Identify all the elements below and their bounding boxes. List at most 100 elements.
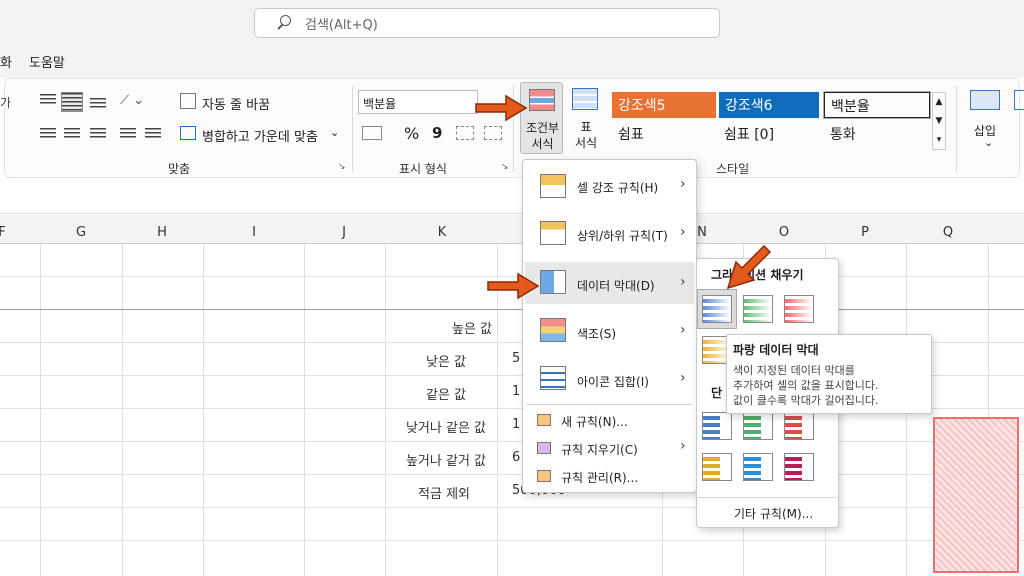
red-solid-databar[interactable] bbox=[784, 412, 814, 440]
more-rules-item[interactable]: 기타 규칙(M)... bbox=[734, 505, 813, 522]
comma-style-button[interactable]: 9 bbox=[432, 124, 442, 142]
cell-label[interactable]: 적금 제외 bbox=[386, 483, 470, 502]
column-header[interactable]: F bbox=[0, 225, 12, 240]
menu-item-new-rule[interactable]: 새 규칙(N)... bbox=[561, 413, 628, 430]
column-header[interactable]: Q bbox=[938, 225, 958, 240]
orientation-icon-partial[interactable]: 가 bbox=[0, 94, 11, 111]
search-box[interactable]: 검색(Alt+Q) bbox=[254, 8, 720, 38]
number-format-value: 백분율 bbox=[363, 97, 397, 111]
column-header[interactable]: J bbox=[334, 225, 354, 240]
chevron-down-icon[interactable]: ⌄ bbox=[330, 126, 339, 139]
grid-line bbox=[0, 540, 1024, 541]
column-header[interactable]: I bbox=[244, 225, 264, 240]
column-header[interactable]: K bbox=[432, 225, 452, 240]
tooltip-line: 값이 클수록 막대가 길어집니다. bbox=[733, 394, 879, 407]
merge-center-button[interactable]: 병합하고 가운데 맞춤 bbox=[202, 126, 318, 145]
green-solid-databar[interactable] bbox=[743, 412, 773, 440]
chevron-right-icon: › bbox=[680, 370, 686, 386]
color-scales-icon bbox=[540, 318, 566, 342]
red-seal-stamp bbox=[933, 417, 1019, 573]
align-right-icon[interactable] bbox=[90, 128, 106, 140]
grid-line bbox=[122, 244, 123, 576]
chevron-right-icon: › bbox=[680, 176, 686, 192]
wrap-text-icon bbox=[180, 93, 196, 109]
purple-solid-databar[interactable] bbox=[784, 453, 814, 481]
cell-value[interactable]: 1 bbox=[498, 417, 520, 432]
formula-bar[interactable] bbox=[0, 186, 1024, 214]
solid-fill-header: 단 bbox=[711, 386, 723, 400]
increase-indent-icon[interactable] bbox=[145, 128, 161, 140]
style-comma0[interactable]: 쉼표 [0] bbox=[724, 124, 774, 144]
arrow-annotation-icon bbox=[487, 272, 540, 300]
search-icon bbox=[275, 14, 293, 32]
wrap-text-button[interactable]: 자동 줄 바꿈 bbox=[202, 94, 270, 113]
gallery-scroll[interactable]: ▲ ▼ ▾ bbox=[932, 92, 946, 150]
insert-cells-icon bbox=[970, 90, 1000, 110]
cell-label[interactable]: 낮은 값 bbox=[386, 351, 466, 370]
merge-center-icon bbox=[180, 126, 196, 140]
lightblue-solid-databar[interactable] bbox=[743, 453, 773, 481]
tab-help[interactable]: 도움말 bbox=[29, 52, 65, 71]
menu-item-highlight-rules[interactable]: 셀 강조 규칙(H) bbox=[577, 179, 658, 196]
cell-value[interactable]: 1 bbox=[498, 384, 520, 399]
menu-item-manage-rules[interactable]: 규칙 관리(R)... bbox=[561, 469, 638, 486]
red-gradient-databar[interactable] bbox=[784, 295, 814, 323]
decrease-indent-icon[interactable] bbox=[120, 128, 136, 140]
align-left-icon[interactable] bbox=[40, 128, 56, 140]
column-header[interactable]: H bbox=[152, 225, 172, 240]
cell-value[interactable]: 6 bbox=[498, 450, 520, 465]
percent-style-button[interactable]: % bbox=[404, 124, 419, 143]
dialog-launcher-icon[interactable]: ↘ bbox=[338, 162, 346, 172]
style-currency[interactable]: 통화 bbox=[830, 124, 856, 144]
cell-label[interactable]: 높거나 같거 값 bbox=[386, 450, 486, 469]
menu-item-data-bars[interactable]: 데이터 막대(D) bbox=[577, 277, 655, 294]
column-header[interactable]: P bbox=[855, 225, 875, 240]
chevron-down-icon[interactable]: ⌄ bbox=[984, 136, 993, 149]
tab-data[interactable]: 화 bbox=[0, 52, 12, 71]
grid-line bbox=[40, 244, 41, 576]
chevron-right-icon: › bbox=[680, 224, 686, 240]
format-as-table-button[interactable]: 표 서식 bbox=[566, 86, 606, 154]
menu-item-clear-rules[interactable]: 규칙 지우기(C) bbox=[561, 441, 638, 458]
number-format-select[interactable]: 백분율 bbox=[358, 90, 478, 114]
decrease-decimal-icon[interactable] bbox=[484, 126, 502, 140]
column-header[interactable]: O bbox=[774, 225, 794, 240]
conditional-format-label-2: 서식 bbox=[531, 137, 554, 151]
align-center-icon[interactable] bbox=[64, 128, 80, 140]
menu-item-color-scales[interactable]: 색조(S) bbox=[577, 325, 616, 342]
style-accent5[interactable]: 강조색5 bbox=[612, 92, 716, 118]
cell-value[interactable]: 5 bbox=[498, 351, 520, 366]
style-accent6[interactable]: 강조색6 bbox=[719, 92, 819, 118]
green-gradient-databar[interactable] bbox=[743, 295, 773, 323]
menu-item-icon-sets[interactable]: 아이콘 집합(I) bbox=[577, 373, 649, 390]
group-divider bbox=[956, 86, 957, 172]
chevron-right-icon: › bbox=[680, 274, 686, 290]
tooltip-title: 파랑 데이터 막대 bbox=[733, 343, 819, 357]
menu-item-top-bottom-rules[interactable]: 상위/하위 규칙(T) bbox=[577, 227, 668, 244]
chevron-right-icon: › bbox=[680, 322, 686, 338]
group-divider bbox=[352, 86, 353, 172]
align-top-icon[interactable] bbox=[40, 94, 56, 106]
align-middle-icon[interactable] bbox=[61, 92, 83, 112]
blue-gradient-databar[interactable] bbox=[702, 295, 732, 323]
accounting-format-icon[interactable] bbox=[362, 126, 382, 140]
manage-rules-icon bbox=[537, 470, 551, 482]
grid-line bbox=[385, 244, 386, 576]
orientation-icon[interactable]: ⟋ ⌄ bbox=[120, 93, 144, 108]
cell-label[interactable]: 낮거나 같은 값 bbox=[386, 417, 486, 436]
dialog-launcher-icon[interactable]: ↘ bbox=[501, 162, 509, 172]
orange-solid-databar[interactable] bbox=[702, 453, 732, 481]
top-bottom-rules-icon bbox=[540, 221, 566, 245]
style-percent[interactable]: 백분율 bbox=[823, 91, 931, 119]
icon-sets-icon bbox=[540, 366, 566, 390]
new-rule-icon bbox=[537, 414, 551, 426]
delete-cells-icon[interactable] bbox=[1014, 90, 1024, 110]
style-comma[interactable]: 쉼표 bbox=[618, 124, 644, 144]
increase-decimal-icon[interactable] bbox=[456, 126, 474, 140]
align-bottom-icon[interactable] bbox=[90, 98, 106, 110]
grid-line bbox=[0, 474, 1024, 475]
column-header[interactable]: G bbox=[71, 225, 91, 240]
cell-label[interactable]: 같은 값 bbox=[386, 384, 466, 403]
cell-label[interactable]: 높은 값 bbox=[386, 318, 492, 337]
blue-solid-databar[interactable] bbox=[702, 412, 732, 440]
